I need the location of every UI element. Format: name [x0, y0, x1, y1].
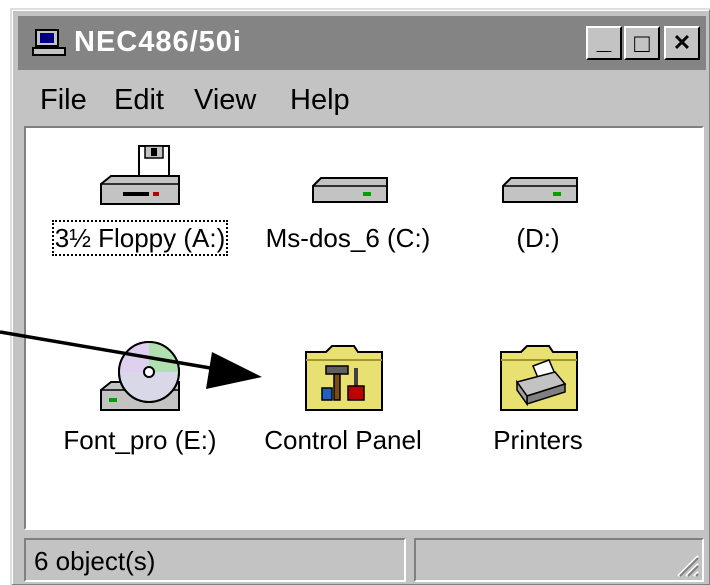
menu-help-label: Help	[290, 84, 350, 116]
menu-edit[interactable]: Edit	[114, 84, 164, 117]
cd-drive-icon	[100, 341, 180, 411]
icon-floppy-drive[interactable]: 3½ Floppy (A:)	[40, 144, 240, 256]
maximize-icon: □	[634, 27, 650, 58]
menu-help[interactable]: Help	[290, 84, 350, 117]
icon-label: Ms-dos_6 (C:)	[265, 223, 431, 253]
icon-printers[interactable]: Printers	[438, 338, 638, 456]
icon-label: Printers	[493, 425, 583, 455]
computer-icon	[32, 29, 66, 56]
floppy-drive-icon	[100, 145, 180, 205]
status-panel-empty	[414, 538, 704, 582]
window-title: NEC486/50i	[74, 26, 242, 58]
status-panel-count: 6 object(s)	[24, 538, 406, 582]
minimize-button[interactable]: _	[586, 24, 622, 60]
menu-bar: File Edit View Help	[18, 76, 706, 124]
menu-file[interactable]: File	[40, 84, 87, 117]
icon-drive-e[interactable]: Font_pro (E:)	[40, 338, 240, 456]
icon-label: 3½ Floppy (A:)	[51, 220, 229, 256]
status-text: 6 object(s)	[34, 546, 156, 576]
icon-label: Control Panel	[264, 425, 422, 455]
icon-drive-d[interactable]: (D:)	[438, 144, 638, 254]
icon-drive-c[interactable]: Ms-dos_6 (C:)	[248, 144, 448, 254]
icon-label: (D:)	[516, 223, 560, 253]
resize-grip-icon[interactable]	[674, 552, 700, 578]
printers-folder-icon	[500, 345, 578, 411]
menu-view[interactable]: View	[194, 84, 256, 117]
menu-edit-label: Edit	[114, 84, 164, 116]
close-button[interactable]: ✕	[664, 26, 700, 60]
status-bar: 6 object(s)	[24, 538, 704, 584]
menu-file-label: File	[40, 84, 87, 116]
control-panel-folder-icon	[305, 345, 383, 411]
file-view: 3½ Floppy (A:) Ms-dos_6 (C:) (D:) Font_p…	[24, 126, 704, 530]
icon-control-panel[interactable]: Control Panel	[238, 338, 448, 456]
title-bar[interactable]: NEC486/50i _ □ ✕	[18, 16, 706, 70]
maximize-button[interactable]: □	[624, 26, 660, 60]
icon-label: Font_pro (E:)	[63, 425, 217, 455]
explorer-window: NEC486/50i _ □ ✕ File Edit View Help 3½ …	[10, 8, 710, 585]
hard-drive-icon	[502, 177, 578, 203]
minimize-icon: _	[596, 24, 612, 55]
hard-drive-icon	[312, 177, 388, 203]
close-icon: ✕	[672, 30, 692, 55]
menu-view-label: View	[194, 84, 257, 116]
